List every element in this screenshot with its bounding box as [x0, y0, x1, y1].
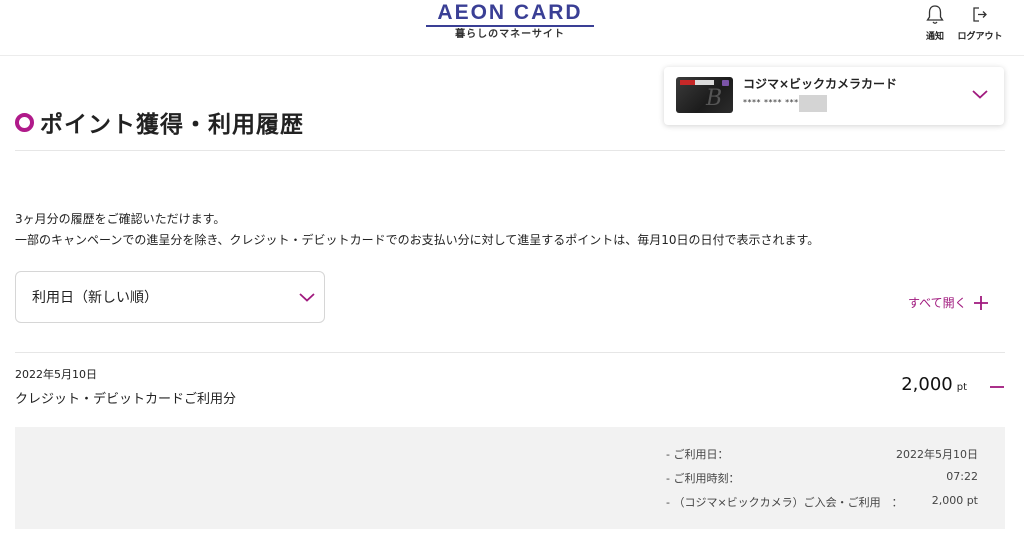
logout-button[interactable]: ログアウト [953, 4, 1007, 42]
detail-label: - ご利用時刻： [666, 472, 740, 485]
card-number: **** **** **** [743, 98, 804, 107]
page-title-text: ポイント獲得・利用履歴 [40, 112, 304, 138]
notice-button[interactable]: 通知 [920, 4, 950, 42]
notice-label: 通知 [925, 32, 944, 42]
card-b-logo: B [706, 86, 723, 111]
card-thumbnail: B [676, 77, 733, 113]
detail-row: - （コジマ×ビックカメラ）ご入会・ご利用 ： 2,000 pt [666, 494, 978, 510]
aeon-card-logo[interactable]: AEON CARD 暮らしのマネーサイト [426, 2, 594, 41]
info-line-1: 3ヶ月分の履歴をご確認いただけます。 [15, 212, 226, 226]
page-title: ポイント獲得・利用履歴 [15, 104, 304, 140]
info-line-2: 一部のキャンペーンでの進呈分を除き、クレジット・デビットカードでのお支払い分に対… [15, 233, 820, 247]
entry-amount: 2,000 pt [901, 374, 967, 395]
open-all-label: すべて開く [908, 296, 967, 310]
title-divider [15, 150, 1005, 151]
detail-row: - ご利用時刻： 07:22 [666, 470, 978, 486]
amount-value: 2,000 [901, 374, 953, 395]
entry-title: クレジット・デビットカードご利用分 [15, 392, 237, 407]
card-number-mask [799, 95, 827, 112]
chevron-down-icon [299, 293, 315, 302]
bell-icon [926, 5, 944, 24]
ring-icon [15, 112, 34, 132]
detail-value: 2022年5月10日 [896, 448, 978, 461]
card-stripe-light [695, 80, 714, 85]
entry-date: 2022年5月10日 [15, 368, 97, 381]
open-all-button[interactable]: すべて開く [908, 294, 989, 311]
card-name: コジマ×ビックカメラカード [743, 77, 898, 91]
amount-unit: pt [956, 382, 967, 393]
detail-value: 07:22 [946, 470, 978, 483]
site-header: AEON CARD 暮らしのマネーサイト 通知 ログアウト [0, 0, 1024, 56]
logout-label: ログアウト [957, 32, 1003, 42]
sort-selected-value: 利用日（新しい順） [32, 290, 158, 306]
history-info: 3ヶ月分の履歴をご確認いただけます。 一部のキャンペーンでの進呈分を除き、クレジ… [15, 209, 819, 251]
plus-icon [973, 295, 988, 310]
chevron-down-icon [972, 90, 988, 99]
minus-icon[interactable] [989, 380, 1005, 394]
detail-value: 2,000 pt [931, 494, 978, 507]
list-divider [15, 352, 1005, 353]
logo-underline [426, 25, 594, 27]
logo-text: AEON CARD [437, 1, 583, 24]
detail-row: - ご利用日： 2022年5月10日 [666, 446, 978, 462]
sort-select[interactable]: 利用日（新しい順） [15, 271, 325, 323]
logo-subtitle: 暮らしのマネーサイト [455, 29, 565, 40]
logout-icon [973, 7, 987, 22]
card-selector[interactable]: B コジマ×ビックカメラカード **** **** **** [664, 67, 1004, 125]
detail-label: - ご利用日： [666, 448, 729, 461]
card-brand-mark [722, 80, 729, 86]
detail-label: - （コジマ×ビックカメラ）ご入会・ご利用 ： [666, 496, 903, 509]
entry-detail-panel: - ご利用日： 2022年5月10日 - ご利用時刻： 07:22 - （コジマ… [15, 427, 1005, 529]
